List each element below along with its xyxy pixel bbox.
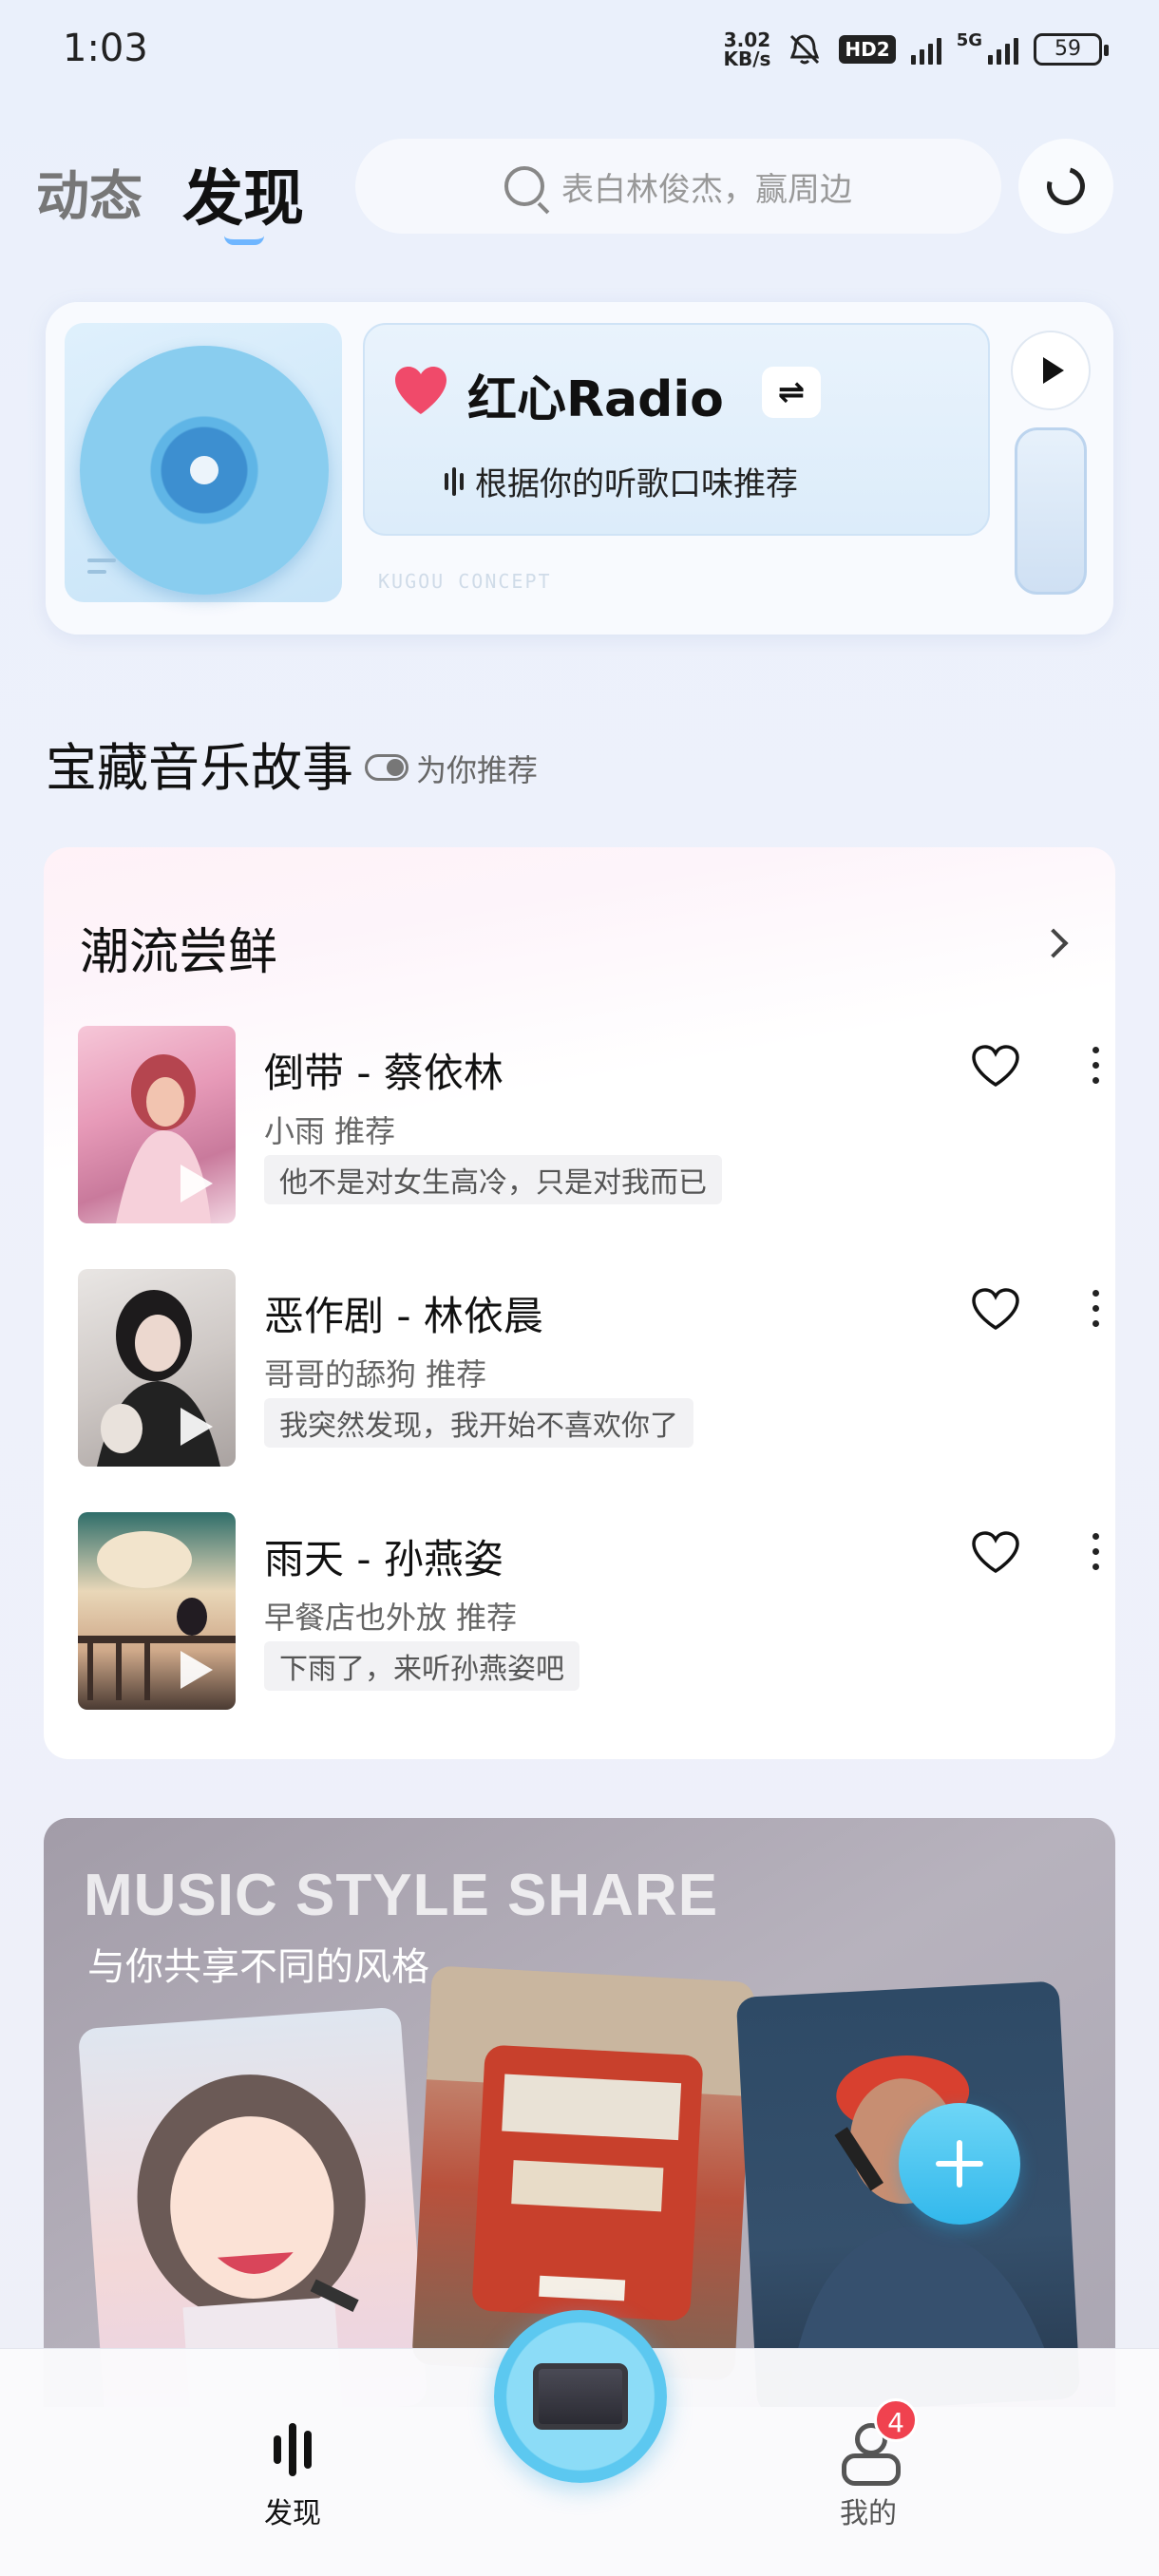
radio-watermark: KUGOU CONCEPT [378,570,552,593]
song-comment-tag: 我突然发现，我开始不喜欢你了 [264,1398,694,1448]
top-navigation: 动态 发现 表白林俊杰，赢周边 [0,133,1159,247]
like-heart-icon[interactable] [971,1286,1020,1332]
battery-indicator: 59 [1034,33,1109,66]
radio-title: 红心Radio [467,371,724,428]
status-icons: 3.02 KB/s HD2 5G 59 [723,28,1109,70]
song-cover[interactable] [78,1026,236,1223]
now-playing-disc[interactable] [494,2310,667,2483]
like-heart-icon[interactable] [971,1529,1020,1575]
vinyl-deco [87,559,116,581]
song-recommender: 小雨 推荐 [264,1113,396,1149]
more-icon[interactable] [1092,1290,1100,1335]
radio-play-button[interactable] [1011,331,1091,410]
status-time: 1:03 [63,27,148,70]
signal-icon-1 [910,34,941,65]
nav-faxian-label: 发现 [264,2497,321,2530]
trend-recommend-card: 潮流尝鲜 倒带 - 蔡依林 小雨 推荐 他不是对女生高冷，只是对我而已 恶作剧 … [44,847,1115,1759]
section-title: 宝藏音乐故事 [46,738,353,798]
song-comment-tag: 下雨了，来听孙燕姿吧 [264,1641,580,1691]
song-title[interactable]: 恶作剧 - 林依晨 [264,1284,543,1342]
switch-icon: ⇌ [777,373,806,411]
status-bar: 1:03 3.02 KB/s HD2 5G 59 [0,0,1159,104]
style-share-heading: MUSIC STYLE SHARE [84,1863,719,1928]
vinyl-record-icon [80,346,329,595]
play-icon [180,1651,213,1689]
search-input[interactable]: 表白林俊杰，赢周边 [355,139,1001,234]
heart-icon [395,367,446,414]
radio-slider-handle[interactable] [1015,427,1087,595]
song-cover[interactable] [78,1512,236,1710]
network-speed: 3.02 KB/s [723,28,771,70]
play-icon [1043,357,1064,384]
search-placeholder: 表白林俊杰，赢周边 [561,170,852,209]
tab-faxian[interactable]: 发现 [182,150,304,237]
list-item[interactable]: 雨天 - 孙燕姿 早餐店也外放 推荐 下雨了，来听孙燕姿吧 [78,1512,1099,1712]
radio-panel[interactable]: 红心Radio ⇌ 根据你的听歌口味推荐 [363,323,990,536]
card-title: 潮流尝鲜 [80,924,278,981]
add-share-button[interactable] [899,2103,1020,2225]
notification-badge: 4 [874,2398,918,2442]
song-title[interactable]: 倒带 - 蔡依林 [264,1041,504,1099]
list-item[interactable]: 恶作剧 - 林依晨 哥哥的舔狗 推荐 我突然发现，我开始不喜欢你了 [78,1269,1099,1468]
nav-faxian[interactable]: 发现 [226,2419,359,2531]
more-icon[interactable] [1092,1047,1100,1092]
nav-wode[interactable]: 我的 [802,2419,935,2531]
song-recommender: 哥哥的舔狗 推荐 [264,1356,487,1392]
more-icon[interactable] [1092,1533,1100,1579]
signal-icon-2 [988,34,1018,65]
voice-icon [445,466,464,496]
like-heart-icon[interactable] [971,1043,1020,1089]
style-photo-anime[interactable] [77,2006,428,2407]
active-tab-indicator [224,236,264,245]
recommend-toggle[interactable] [365,754,408,781]
vinyl-player[interactable] [65,323,342,602]
list-item[interactable]: 倒带 - 蔡依林 小雨 推荐 他不是对女生高冷，只是对我而已 [78,1026,1099,1225]
assistant-icon [1039,160,1092,213]
play-icon [180,1408,213,1446]
chevron-right-icon[interactable] [1038,928,1069,958]
radio-subtitle: 根据你的听歌口味推荐 [475,465,798,503]
tab-dongtai[interactable]: 动态 [36,154,142,231]
radio-subtitle-row: 根据你的听歌口味推荐 [445,458,798,504]
search-icon [504,166,544,206]
play-icon [180,1165,213,1203]
assistant-button[interactable] [1018,139,1113,234]
now-playing-thumbnail [533,2363,628,2430]
hd-voice-badge: HD2 [839,35,896,64]
bars-icon [226,2419,359,2480]
nav-wode-label: 我的 [840,2497,897,2530]
song-comment-tag: 他不是对女生高冷，只是对我而已 [264,1155,722,1204]
signal-5g-label: 5G [956,30,982,50]
song-title[interactable]: 雨天 - 孙燕姿 [264,1527,504,1585]
recommend-toggle-label[interactable]: 为你推荐 [416,747,538,790]
bell-muted-icon [790,34,820,65]
red-heart-radio-card[interactable]: 红心Radio ⇌ 根据你的听歌口味推荐 KUGOU CONCEPT [46,302,1113,635]
switch-mode-button[interactable]: ⇌ [762,367,821,418]
song-cover[interactable] [78,1269,236,1467]
plus-icon [936,2140,983,2188]
song-recommender: 早餐店也外放 推荐 [264,1600,518,1636]
style-share-subtitle: 与你共享不同的风格 [87,1945,429,1989]
